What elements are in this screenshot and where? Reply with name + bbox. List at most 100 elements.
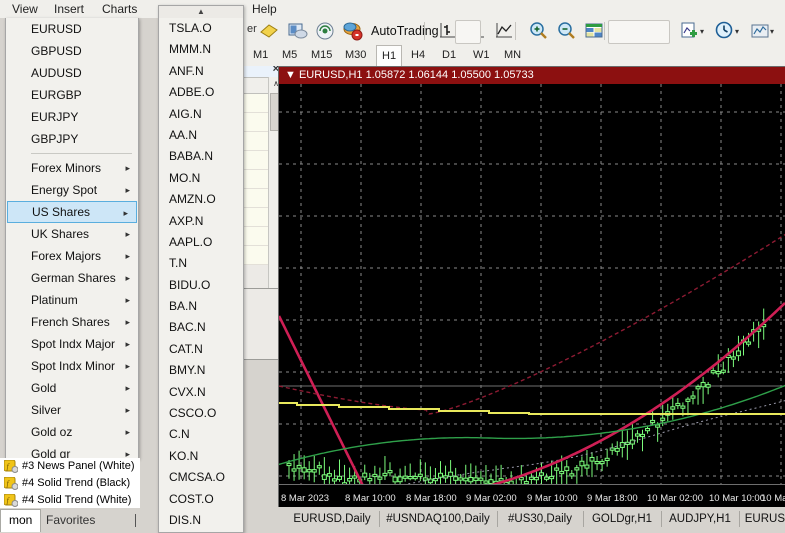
- terminal-tab-bar[interactable]: mon Favorites: [0, 508, 140, 532]
- experts-list[interactable]: #3 News Panel (White) f #4 Solid Trend (Bl…: [0, 458, 140, 508]
- terminal-tab-favorites[interactable]: Favorites: [38, 510, 103, 531]
- submenu-ticker-mo-n[interactable]: MO.N: [159, 168, 243, 189]
- timeframe-toolbar: M1 M5 M15 M30 H1 H4 D1 W1 MN: [242, 44, 785, 67]
- new-order-icon[interactable]: [258, 20, 280, 42]
- chart-plot-area[interactable]: [279, 84, 785, 485]
- menu-group-gold-oz[interactable]: Gold oz ▸: [6, 421, 138, 443]
- submenu-ticker-mmm-n[interactable]: MMM.N: [159, 39, 243, 60]
- submenu-ticker-dis-n[interactable]: DIS.N: [159, 510, 243, 531]
- submenu-ticker-adbe-o[interactable]: ADBE.O: [159, 82, 243, 103]
- line-chart-icon[interactable]: [493, 20, 515, 42]
- submenu-ticker-cmcsa-o[interactable]: CMCSA.O: [159, 467, 243, 488]
- chevron-right-icon: ▸: [125, 163, 130, 173]
- submenu-ticker-aa-n[interactable]: AA.N: [159, 125, 243, 146]
- x-axis-label: 9 Mar 02:00: [466, 493, 517, 504]
- timeframe-mn[interactable]: MN: [499, 45, 526, 65]
- chart-tab--usndaq100-daily[interactable]: #USNDAQ100,Daily: [382, 509, 494, 530]
- chart-tab-eurusd-h1[interactable]: EURUSD,H1: [742, 509, 785, 530]
- chart-tab-bar[interactable]: EURUSD,Daily #USNDAQ100,Daily #US30,Daily G…: [278, 507, 785, 531]
- chevron-down-icon[interactable]: ▾: [770, 27, 774, 36]
- submenu-ticker-bmy-n[interactable]: BMY.N: [159, 360, 243, 381]
- menu-item-view[interactable]: View: [8, 1, 42, 17]
- submenu-ticker-ba-n[interactable]: BA.N: [159, 296, 243, 317]
- submenu-ticker-baba-n[interactable]: BABA.N: [159, 146, 243, 167]
- submenu-ticker-c-n[interactable]: C.N: [159, 424, 243, 445]
- menu-group-uk-shares[interactable]: UK Shares ▸: [6, 223, 138, 245]
- expert-list-item[interactable]: #4 Solid Trend (White) f: [0, 492, 140, 508]
- window-tile-icon[interactable]: [583, 20, 605, 42]
- timeframe-m5[interactable]: M5: [277, 45, 302, 65]
- menu-item-insert[interactable]: Insert: [50, 1, 88, 17]
- timeframe-m1[interactable]: M1: [248, 45, 273, 65]
- chart-tab-eurusd-daily[interactable]: EURUSD,Daily: [288, 509, 376, 530]
- menu-group-energy-spot[interactable]: Energy Spot ▸: [6, 179, 138, 201]
- timeframe-h4[interactable]: H4: [406, 45, 430, 65]
- menu-group-platinum[interactable]: Platinum ▸: [6, 289, 138, 311]
- chart-x-axis: 8 Mar 2023 8 Mar 10:00 8 Mar 18:00 9 Mar 02…: [279, 484, 785, 507]
- submenu-ticker-cat-n[interactable]: CAT.N: [159, 339, 243, 360]
- chart-tab--us30-daily[interactable]: #US30,Daily: [500, 509, 580, 530]
- indicators-icon[interactable]: [679, 20, 701, 42]
- expert-list-item[interactable]: #3 News Panel (White) f: [0, 458, 140, 475]
- menu-symbol-gbpusd[interactable]: GBPUSD: [6, 40, 138, 62]
- timeframe-m15[interactable]: M15: [306, 45, 337, 65]
- menu-symbol-gbpjpy[interactable]: GBPJPY: [6, 128, 138, 150]
- submenu-scroll-up-icon[interactable]: ▲: [159, 6, 243, 18]
- menu-group-german-shares[interactable]: German Shares ▸: [6, 267, 138, 289]
- submenu-ticker-csco-o[interactable]: CSCO.O: [159, 403, 243, 424]
- x-axis-label: 8 Mar 10:00: [345, 493, 396, 504]
- chevron-right-icon: ▸: [125, 361, 130, 371]
- menu-group-spot-indx-major[interactable]: Spot Indx Major ▸: [6, 333, 138, 355]
- chevron-down-icon[interactable]: ▾: [735, 27, 739, 36]
- chart-tab-audjpy-h1[interactable]: AUDJPY,H1: [664, 509, 736, 530]
- submenu-ticker-aig-n[interactable]: AIG.N: [159, 104, 243, 125]
- chart-window[interactable]: ▼ EURUSD,H1 1.05872 1.06144 1.05500 1.05…: [278, 66, 785, 508]
- menu-symbol-eurusd[interactable]: EURUSD: [6, 18, 138, 40]
- submenu-ticker-bac-n[interactable]: BAC.N: [159, 317, 243, 338]
- menu-group-gold[interactable]: Gold ▸: [6, 377, 138, 399]
- charts-dropdown-menu[interactable]: EURUSD GBPUSD AUDUSD EURGBP EURJPY GBPJPY Fore…: [5, 18, 139, 459]
- chevron-down-icon[interactable]: ▾: [700, 27, 704, 36]
- templates-icon[interactable]: [749, 20, 771, 42]
- menu-symbol-audusd[interactable]: AUDUSD: [6, 62, 138, 84]
- chart-canvas: [279, 84, 785, 485]
- timeframe-w1[interactable]: W1: [468, 45, 495, 65]
- menu-symbol-eurgbp[interactable]: EURGBP: [6, 84, 138, 106]
- autotrading-label[interactable]: AutoTrading: [366, 21, 444, 41]
- menu-item-help[interactable]: Help: [248, 1, 281, 17]
- timeframe-h1[interactable]: H1: [376, 45, 403, 67]
- submenu-ticker-amzn-o[interactable]: AMZN.O: [159, 189, 243, 210]
- zoom-out-icon[interactable]: [555, 20, 577, 42]
- submenu-ticker-cost-o[interactable]: COST.O: [159, 489, 243, 510]
- zoom-in-icon[interactable]: [527, 20, 549, 42]
- menu-group-forex-majors[interactable]: Forex Majors ▸: [6, 245, 138, 267]
- submenu-ticker-ko-n[interactable]: KO.N: [159, 446, 243, 467]
- menu-group-gold-gr[interactable]: Gold gr ▸: [6, 443, 138, 458]
- main-toolbar: er AutoTrading ▾ ▾ ▾: [242, 18, 785, 45]
- signals-icon[interactable]: [314, 20, 336, 42]
- menu-item-charts[interactable]: Charts: [98, 1, 141, 17]
- submenu-ticker-t-n[interactable]: T.N: [159, 253, 243, 274]
- chart-tab-goldgr-h1[interactable]: GOLDgr,H1: [586, 509, 658, 530]
- us-shares-submenu[interactable]: ▲ TSLA.O MMM.N ANF.N ADBE.O AIG.N AA.N BABA.N M…: [158, 5, 244, 533]
- submenu-ticker-bidu-o[interactable]: BIDU.O: [159, 275, 243, 296]
- autotrading-icon[interactable]: [342, 20, 364, 42]
- menu-group-us-shares[interactable]: US Shares ▸: [7, 201, 137, 223]
- periods-icon[interactable]: [714, 20, 736, 42]
- terminal-tab-mon[interactable]: mon: [0, 509, 42, 532]
- menu-symbol-eurjpy[interactable]: EURJPY: [6, 106, 138, 128]
- menu-group-spot-indx-minor[interactable]: Spot Indx Minor ▸: [6, 355, 138, 377]
- menu-group-silver[interactable]: Silver ▸: [6, 399, 138, 421]
- submenu-ticker-tsla-o[interactable]: TSLA.O: [159, 18, 243, 39]
- menu-group-french-shares[interactable]: French Shares ▸: [6, 311, 138, 333]
- timeframe-m30[interactable]: M30: [340, 45, 371, 65]
- expert-list-item[interactable]: #4 Solid Trend (Black) f: [0, 475, 140, 492]
- submenu-ticker-aapl-o[interactable]: AAPL.O: [159, 232, 243, 253]
- menu-group-forex-minors[interactable]: Forex Minors ▸: [6, 157, 138, 179]
- submenu-ticker-cvx-n[interactable]: CVX.N: [159, 382, 243, 403]
- terminal-icon[interactable]: [286, 20, 308, 42]
- submenu-ticker-anf-n[interactable]: ANF.N: [159, 61, 243, 82]
- expert-advisor-icon: f: [3, 476, 19, 490]
- submenu-ticker-axp-n[interactable]: AXP.N: [159, 211, 243, 232]
- timeframe-d1[interactable]: D1: [437, 45, 461, 65]
